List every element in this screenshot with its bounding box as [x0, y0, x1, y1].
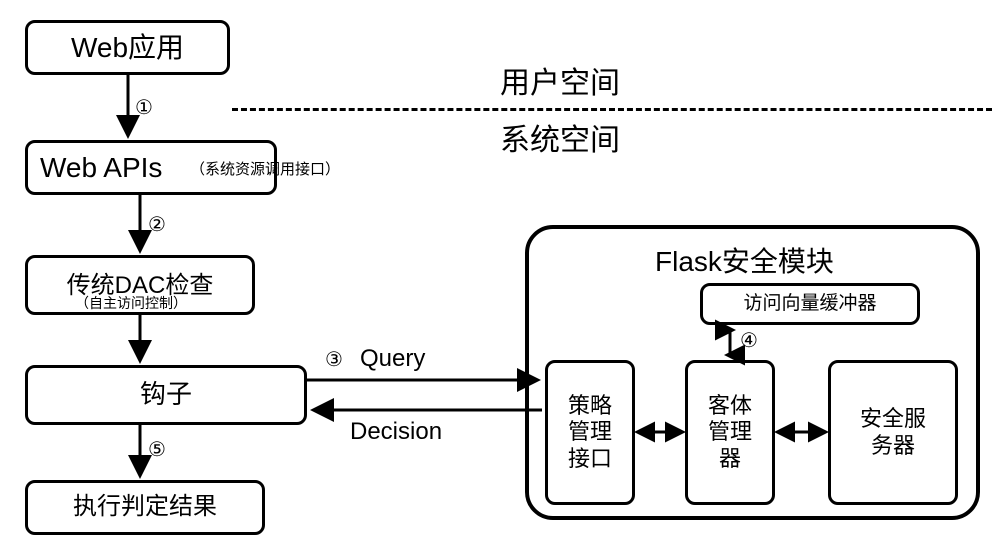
query-label: Query — [360, 345, 425, 373]
result-box: 执行判定结果 — [25, 480, 265, 535]
policy-text: 策略 管理 接口 — [568, 393, 612, 472]
flask-title: Flask安全模块 — [655, 240, 834, 280]
step-2: ② — [148, 212, 166, 237]
step-3: ③ — [325, 347, 343, 372]
decision-label: Decision — [350, 418, 442, 446]
hook-text: 钩子 — [140, 379, 192, 410]
arrow-query — [307, 370, 547, 390]
arrow-apis-to-dac — [130, 195, 150, 255]
sec-server-box: 安全服 务器 — [828, 360, 958, 505]
webapp-box: Web应用 — [25, 20, 230, 75]
object-mgr-box: 客体 管理 器 — [685, 360, 775, 505]
webapis-text: Web APIs — [40, 151, 162, 185]
policy-box: 策略 管理 接口 — [545, 360, 635, 505]
space-divider — [232, 108, 992, 111]
userspace-label: 用户空间 — [500, 58, 620, 102]
step-4: ④ — [740, 328, 758, 353]
avc-text: 访问向量缓冲器 — [743, 293, 876, 316]
hook-box: 钩子 — [25, 365, 307, 425]
sec-server-text: 安全服 务器 — [860, 406, 926, 459]
systemspace-label: 系统空间 — [500, 115, 620, 159]
step-5: ⑤ — [148, 437, 166, 462]
avc-box: 访问向量缓冲器 — [700, 283, 920, 325]
arrow-dac-to-hook — [130, 315, 150, 365]
webapis-subtext: （系统资源调用接口） — [190, 158, 340, 179]
result-text: 执行判定结果 — [73, 493, 217, 522]
object-mgr-text: 客体 管理 器 — [708, 393, 752, 472]
step-1: ① — [135, 95, 153, 120]
arrow-hook-to-result — [130, 425, 150, 480]
webapp-text: Web应用 — [71, 31, 184, 65]
dac-subtext: （自主访问控制） — [75, 293, 187, 313]
arrow-decision — [307, 400, 547, 420]
